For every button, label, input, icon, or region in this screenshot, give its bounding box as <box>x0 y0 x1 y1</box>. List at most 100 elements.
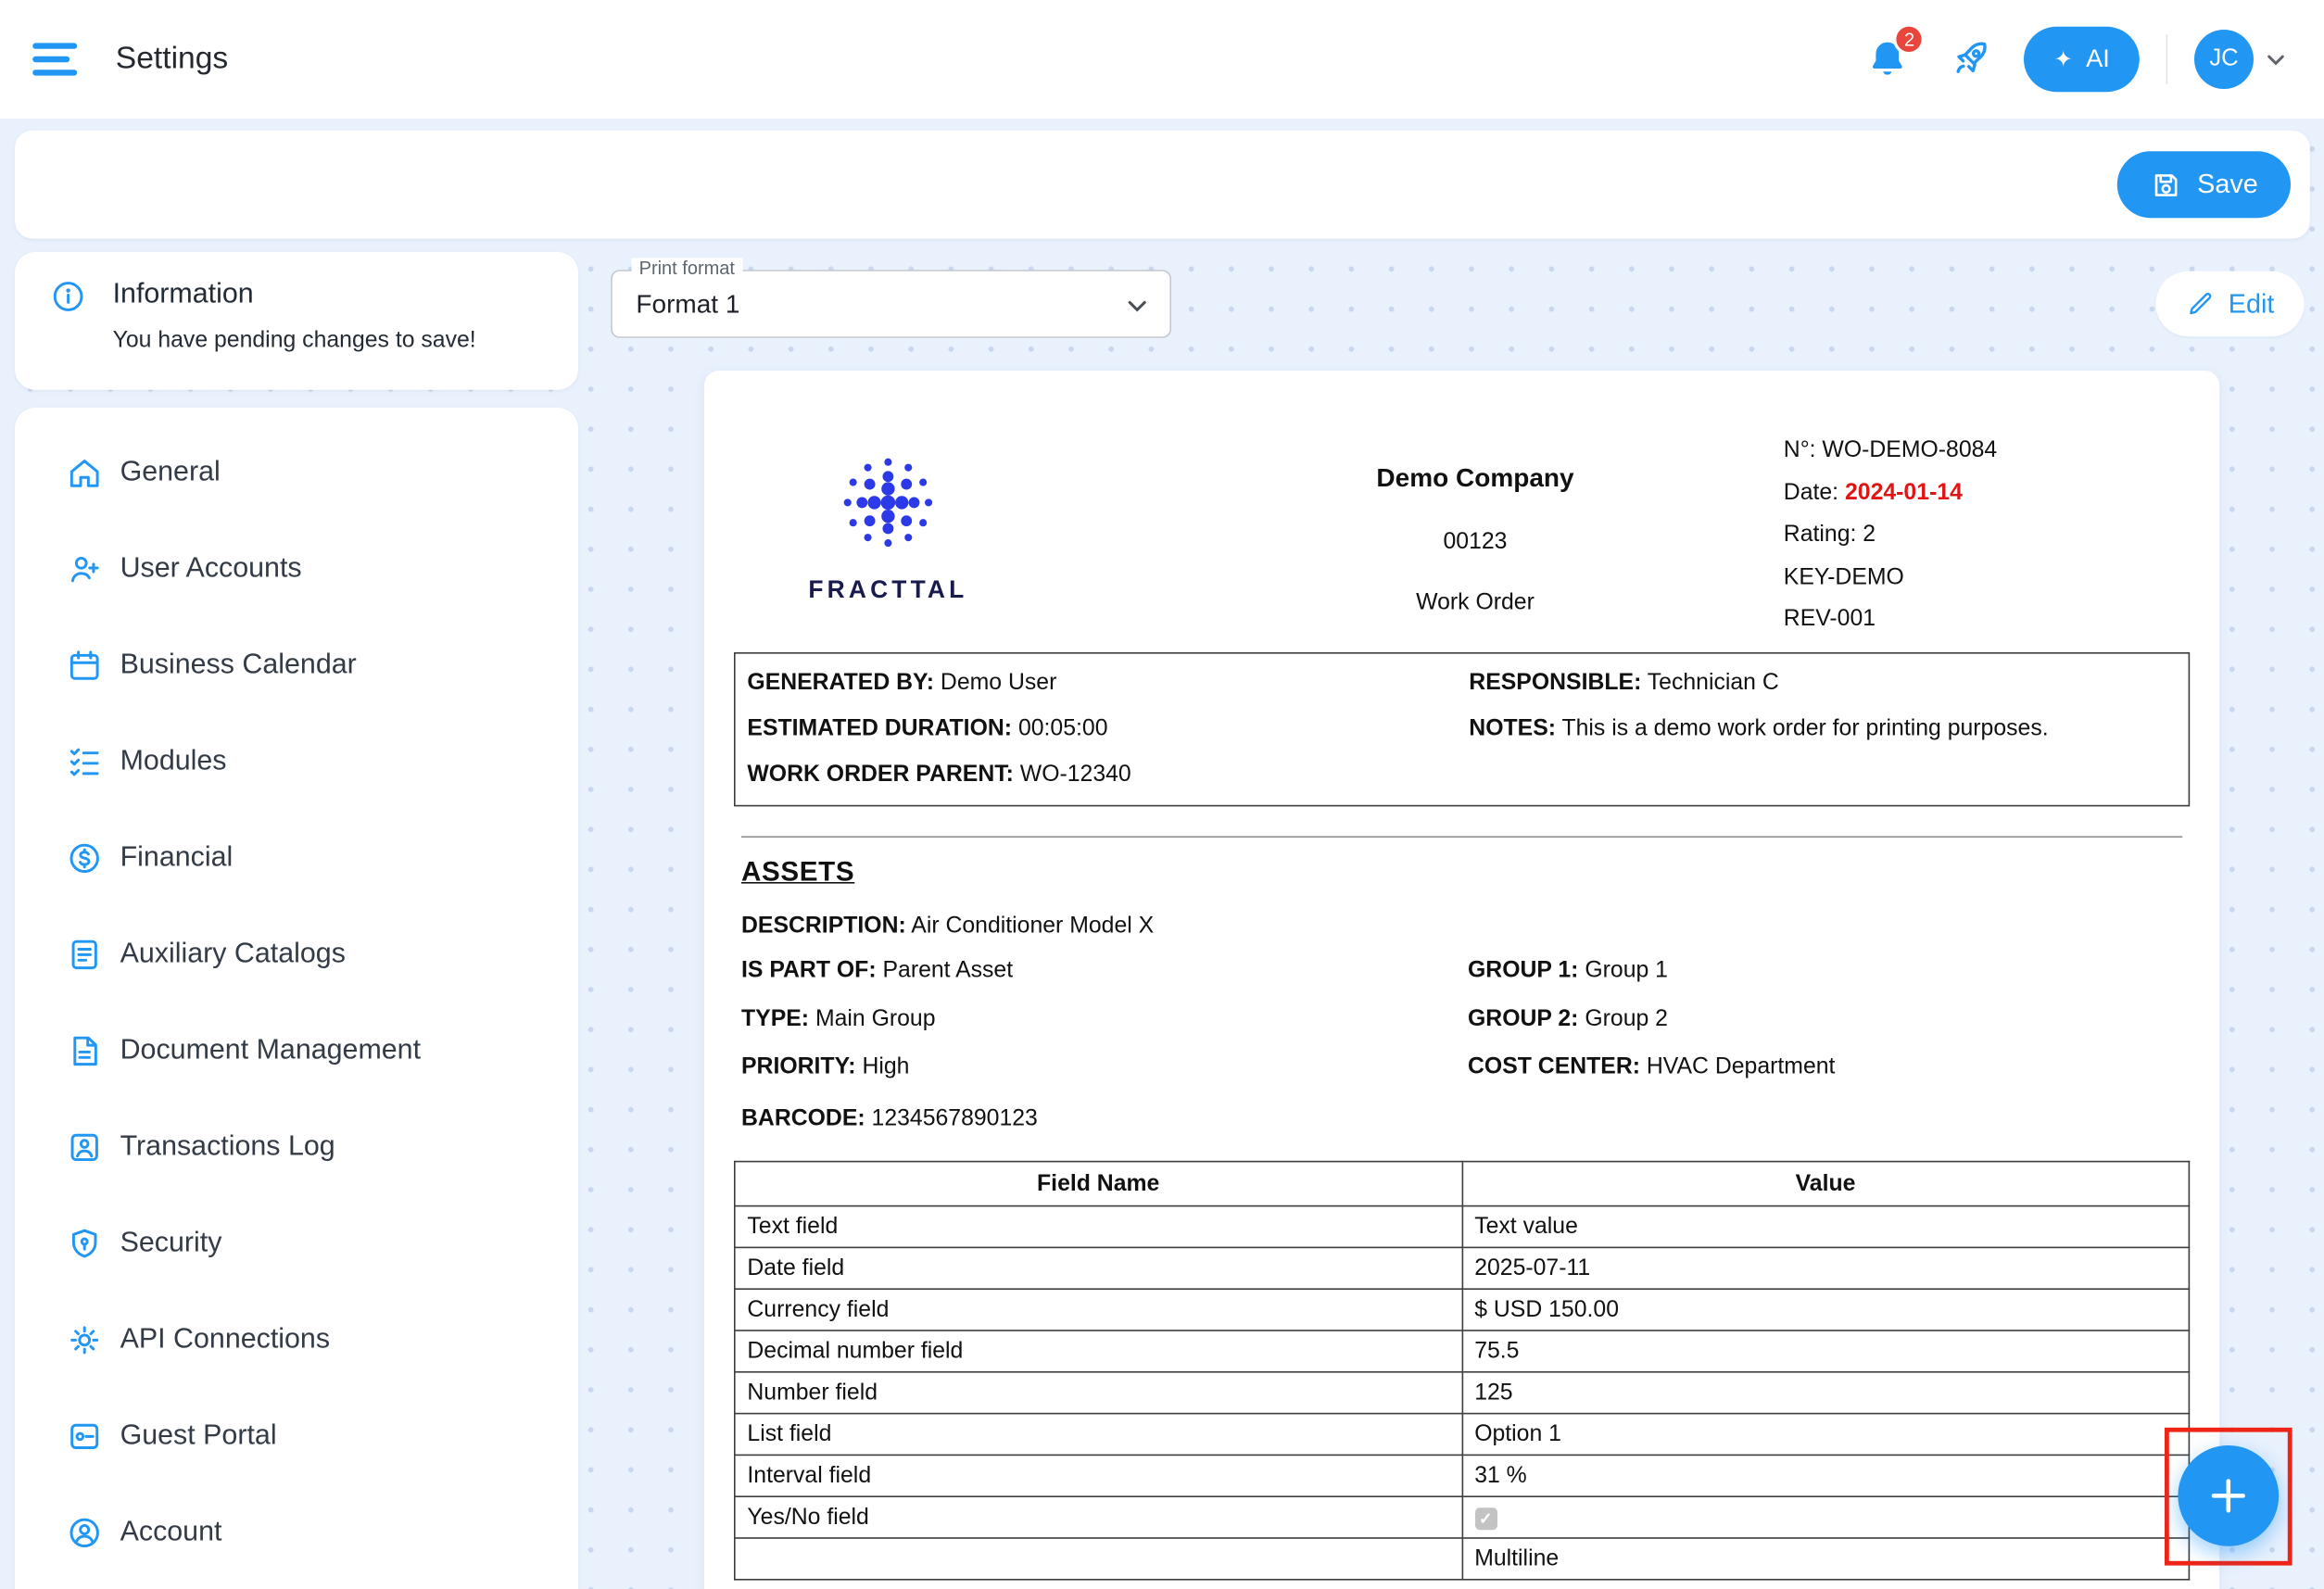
pencil-icon <box>2185 289 2215 319</box>
estimated-duration: ESTIMATED DURATION: 00:05:00 <box>747 716 1469 743</box>
sidebar-item-business-calendar[interactable]: Business Calendar <box>15 617 578 713</box>
sidebar-item-label: API Connections <box>120 1323 330 1356</box>
field-name-cell: Number field <box>735 1372 1462 1414</box>
doc-revision: REV-001 <box>1784 599 1997 641</box>
document-title-block: Demo Company 00123 Work Order <box>1238 462 1712 616</box>
asset-field: IS PART OF: Parent Asset <box>741 947 1468 995</box>
notifications-button[interactable]: 2 <box>1858 30 1917 89</box>
sidebar-item-general[interactable]: General <box>15 424 578 521</box>
table-row: List fieldOption 1 <box>735 1414 2190 1456</box>
responsible: RESPONSIBLE: Technician C <box>1469 670 2176 697</box>
table-row: Multiline <box>735 1538 2190 1580</box>
sidebar-item-label: Financial <box>120 841 234 874</box>
company-code: 00123 <box>1238 529 1712 556</box>
print-format-select[interactable]: Print format Format 1 <box>611 270 1171 338</box>
sidebar-item-transactions-log[interactable]: Transactions Log <box>15 1099 578 1195</box>
field-value-cell: 75.5 <box>1462 1330 2190 1372</box>
ai-button-label: AI <box>2086 44 2110 74</box>
field-name-cell: Interval field <box>735 1455 1462 1496</box>
document-type: Work Order <box>1238 590 1712 617</box>
table-header-row: Field Name Value <box>735 1162 2190 1206</box>
fracttal-logo-icon <box>827 445 949 561</box>
assets-left-column: IS PART OF: Parent AssetTYPE: Main Group… <box>741 947 1468 1091</box>
add-button[interactable] <box>2178 1445 2279 1546</box>
edit-button[interactable]: Edit <box>2155 271 2304 336</box>
launch-button[interactable] <box>1941 30 2001 89</box>
assets-section: ASSETS DESCRIPTION: Air Conditioner Mode… <box>704 855 2219 1142</box>
hamburger-menu-icon[interactable] <box>32 42 77 77</box>
table-row: Yes/No field✓ <box>735 1496 2190 1538</box>
top-bar: Settings 2 ✦ AI <box>0 0 2324 119</box>
pending-changes-message: You have pending changes to save! <box>113 328 476 355</box>
field-value-cell: Multiline <box>1462 1538 2190 1580</box>
sidebar-item-label: Auxiliary Catalogs <box>120 938 346 970</box>
notes: NOTES: This is a demo work order for pri… <box>1469 716 2176 743</box>
avatar: JC <box>2194 30 2254 89</box>
divider <box>2166 34 2168 84</box>
info-panel-title: Information <box>113 279 476 311</box>
sidebar-item-label: Modules <box>120 745 227 777</box>
toolbar-card: Save <box>15 131 2310 239</box>
plus-icon <box>2204 1470 2254 1520</box>
shield-icon <box>65 1224 104 1263</box>
table-row: Currency field$ USD 150.00 <box>735 1289 2190 1330</box>
custom-fields-table: Field Name Value Text fieldText valueDat… <box>734 1161 2190 1581</box>
sidebar-item-label: Account <box>120 1516 222 1548</box>
table-row: Text fieldText value <box>735 1206 2190 1248</box>
sidebar-item-label: Guest Portal <box>120 1419 277 1452</box>
field-value-cell: Text value <box>1462 1206 2190 1248</box>
top-bar-left: Settings <box>32 42 228 77</box>
field-value-cell: ✓ <box>1462 1496 2190 1538</box>
table-row: Interval field31 % <box>735 1455 2190 1496</box>
sidebar-item-account[interactable]: Account <box>15 1484 578 1581</box>
document-icon <box>65 1031 104 1070</box>
sidebar-item-user-accounts[interactable]: User Accounts <box>15 521 578 617</box>
field-value-cell: 2025-07-11 <box>1462 1247 2190 1289</box>
table-row: Decimal number field75.5 <box>735 1330 2190 1372</box>
account-icon <box>65 1513 104 1552</box>
company-logo: FRACTTAL <box>762 445 1014 605</box>
sidebar-item-label: Business Calendar <box>120 649 357 681</box>
sidebar-item-modules[interactable]: Modules <box>15 713 578 810</box>
save-button[interactable]: Save <box>2117 151 2291 218</box>
print-format-value: Format 1 <box>636 271 739 336</box>
company-name: Demo Company <box>1238 462 1712 494</box>
table-row: Date field2025-07-11 <box>735 1247 2190 1289</box>
generated-by: GENERATED BY: Demo User <box>747 670 1469 697</box>
doc-number: N°: WO-DEMO-8084 <box>1784 430 1997 473</box>
document-meta: N°: WO-DEMO-8084 Date: 2024-01-14 Rating… <box>1784 430 1997 641</box>
app: Settings 2 ✦ AI <box>0 0 2324 1589</box>
assets-right-column: GROUP 1: Group 1GROUP 2: Group 2COST CEN… <box>1468 947 2182 1091</box>
divider <box>741 836 2182 838</box>
field-name-header: Field Name <box>735 1162 1462 1206</box>
sidebar-item-label: Document Management <box>120 1034 421 1066</box>
info-icon <box>50 279 85 314</box>
sidebar-item-auxiliary-catalogs[interactable]: Auxiliary Catalogs <box>15 906 578 1003</box>
dollar-circle-icon <box>65 839 104 877</box>
asset-field: COST CENTER: HVAC Department <box>1468 1043 2182 1091</box>
logo-text: FRACTTAL <box>762 576 1014 604</box>
table-row: Number field125 <box>735 1372 2190 1414</box>
sidebar-item-document-management[interactable]: Document Management <box>15 1003 578 1099</box>
notification-badge: 2 <box>1894 24 1926 56</box>
field-name-cell: Decimal number field <box>735 1330 1462 1372</box>
ai-button[interactable]: ✦ AI <box>2025 27 2140 92</box>
field-name-cell: List field <box>735 1414 1462 1456</box>
asset-barcode: BARCODE: 1234567890123 <box>741 1095 2182 1143</box>
asset-description: DESCRIPTION: Air Conditioner Model X <box>741 914 2182 940</box>
field-value-cell: $ USD 150.00 <box>1462 1289 2190 1330</box>
field-name-cell: Date field <box>735 1247 1462 1289</box>
account-menu-button[interactable]: JC <box>2194 30 2292 89</box>
sidebar-item-label: Security <box>120 1227 222 1259</box>
home-icon <box>65 453 104 492</box>
content-area: Save Information You have pending change… <box>0 119 2324 1589</box>
sidebar-item-security[interactable]: Security <box>15 1195 578 1292</box>
asset-field: GROUP 1: Group 1 <box>1468 947 2182 995</box>
sidebar-item-api-connections[interactable]: API Connections <box>15 1292 578 1388</box>
sidebar-item-financial[interactable]: Financial <box>15 810 578 906</box>
user-add-icon <box>65 549 104 588</box>
asset-field: GROUP 2: Group 2 <box>1468 995 2182 1043</box>
asset-field: TYPE: Main Group <box>741 995 1468 1043</box>
chevron-down-icon <box>2259 43 2292 75</box>
sidebar-item-guest-portal[interactable]: Guest Portal <box>15 1388 578 1484</box>
